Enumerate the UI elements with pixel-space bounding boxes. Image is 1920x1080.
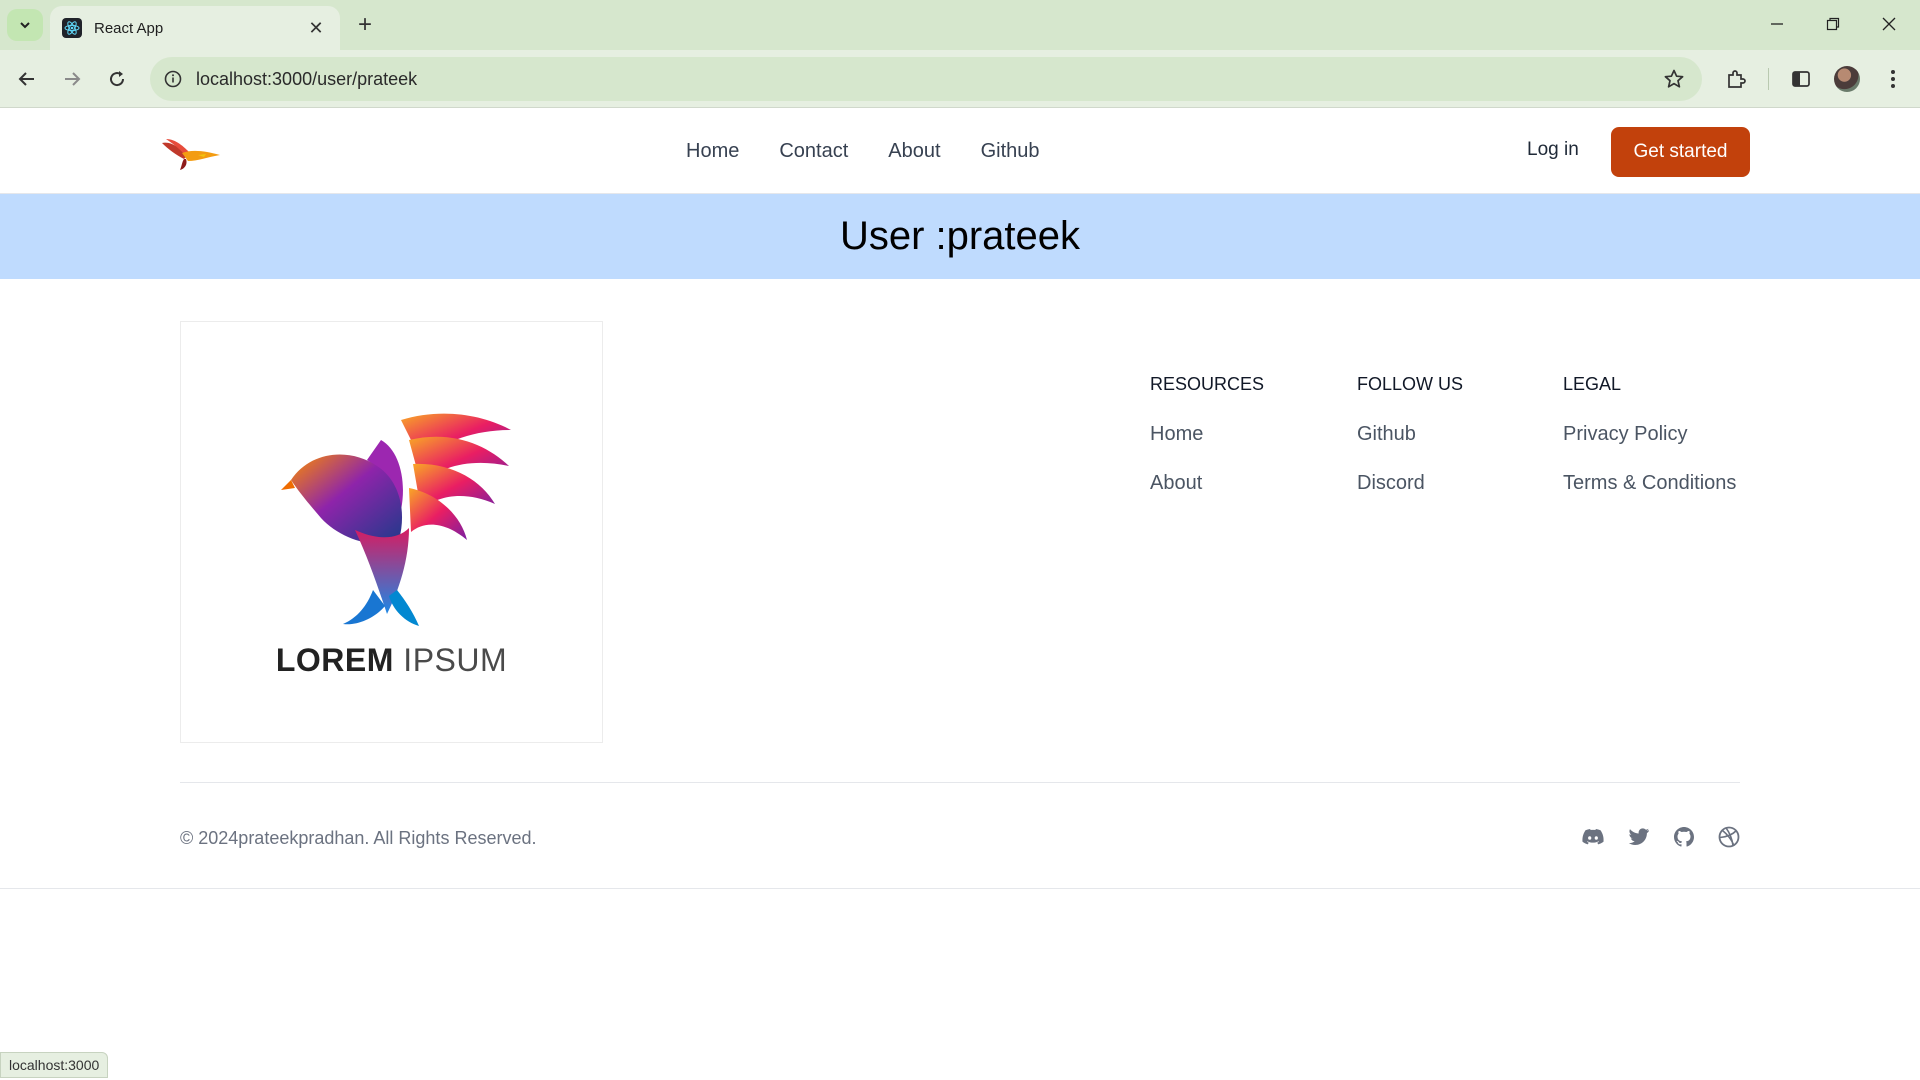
footer-column-resources: RESOURCES Home About bbox=[1150, 374, 1264, 521]
site-header: Home Contact About Github Log in Get sta… bbox=[0, 109, 1920, 194]
browser-toolbar: localhost:3000/user/prateek bbox=[0, 50, 1920, 108]
footer-link-discord[interactable]: Discord bbox=[1357, 472, 1463, 495]
toolbar-divider bbox=[1768, 68, 1769, 90]
browser-tab[interactable]: React App ✕ bbox=[50, 6, 340, 50]
footer-link-about[interactable]: About bbox=[1150, 472, 1264, 495]
arrow-right-icon bbox=[65, 72, 81, 86]
nav-contact[interactable]: Contact bbox=[779, 140, 848, 163]
logo-wordmark: LOREM IPSUM bbox=[181, 642, 602, 679]
footer-heading-resources: RESOURCES bbox=[1150, 374, 1265, 394]
restore-button[interactable] bbox=[1808, 6, 1858, 42]
bookmark-star-icon[interactable] bbox=[1654, 59, 1694, 99]
site-footer: LOREM IPSUM RESOURCES Home About FOLLOW … bbox=[0, 279, 1920, 889]
address-bar[interactable]: localhost:3000/user/prateek bbox=[150, 57, 1702, 101]
site-info-icon[interactable] bbox=[164, 70, 182, 88]
footer-link-terms[interactable]: Terms & Conditions bbox=[1563, 472, 1736, 495]
nav-github[interactable]: Github bbox=[981, 140, 1040, 163]
side-panel-icon bbox=[1792, 71, 1810, 87]
main-nav: Home Contact About Github bbox=[686, 109, 1040, 194]
tab-search-button[interactable] bbox=[7, 9, 43, 41]
avatar bbox=[1834, 66, 1860, 92]
bird-logo-icon[interactable] bbox=[158, 135, 222, 171]
back-button[interactable] bbox=[9, 61, 45, 97]
close-tab-icon[interactable]: ✕ bbox=[304, 16, 328, 40]
extensions-button[interactable] bbox=[1718, 61, 1754, 97]
page-title: User :prateek bbox=[839, 214, 1081, 258]
footer-column-legal: LEGAL Privacy Policy Terms & Conditions bbox=[1563, 374, 1736, 521]
github-icon[interactable] bbox=[1670, 823, 1698, 851]
logo-text-bold: LOREM bbox=[275, 642, 394, 678]
more-vertical-icon bbox=[1891, 70, 1895, 88]
logo-text-light: IPSUM bbox=[403, 642, 508, 678]
chevron-down-icon bbox=[20, 22, 30, 29]
discord-icon[interactable] bbox=[1579, 823, 1607, 851]
footer-link-privacy-policy[interactable]: Privacy Policy bbox=[1563, 423, 1736, 446]
arrow-left-icon bbox=[18, 72, 34, 86]
footer-logo[interactable]: LOREM IPSUM bbox=[180, 321, 603, 743]
bird-logo-icon bbox=[281, 413, 511, 626]
new-tab-button[interactable]: + bbox=[350, 10, 380, 40]
footer-column-follow-us: FOLLOW US Github Discord bbox=[1357, 374, 1463, 521]
nav-home[interactable]: Home bbox=[686, 140, 739, 163]
close-window-button[interactable] bbox=[1864, 6, 1914, 42]
close-icon bbox=[1882, 17, 1896, 31]
footer-heading-follow-us: FOLLOW US bbox=[1357, 374, 1464, 394]
profile-button[interactable] bbox=[1829, 61, 1865, 97]
get-started-button[interactable]: Get started bbox=[1611, 127, 1750, 177]
url-text[interactable]: localhost:3000/user/prateek bbox=[196, 69, 1654, 90]
browser-tab-strip: React App ✕ + bbox=[0, 0, 1920, 50]
side-panel-button[interactable] bbox=[1783, 61, 1819, 97]
twitter-icon[interactable] bbox=[1625, 823, 1653, 851]
minimize-icon bbox=[1771, 23, 1783, 25]
status-bar-url: localhost:3000 bbox=[0, 1052, 109, 1078]
user-banner: User :prateek bbox=[0, 194, 1920, 279]
footer-link-github[interactable]: Github bbox=[1357, 423, 1463, 446]
forward-button[interactable] bbox=[54, 61, 90, 97]
footer-divider bbox=[180, 782, 1740, 783]
nav-about[interactable]: About bbox=[888, 140, 940, 163]
footer-heading-legal: LEGAL bbox=[1563, 374, 1622, 394]
copyright-text: © 2024prateekpradhan. All Rights Reserve… bbox=[180, 828, 537, 848]
browser-menu-button[interactable] bbox=[1875, 61, 1911, 97]
reload-button[interactable] bbox=[99, 61, 135, 97]
login-link[interactable]: Log in bbox=[1527, 139, 1579, 161]
restore-icon bbox=[1826, 17, 1840, 31]
footer-link-home[interactable]: Home bbox=[1150, 423, 1264, 446]
dribbble-icon[interactable] bbox=[1715, 823, 1743, 851]
puzzle-icon bbox=[1728, 70, 1746, 88]
react-icon bbox=[62, 18, 82, 38]
minimize-button[interactable] bbox=[1752, 6, 1802, 42]
tab-title: React App bbox=[94, 19, 164, 37]
reload-icon bbox=[110, 71, 125, 87]
